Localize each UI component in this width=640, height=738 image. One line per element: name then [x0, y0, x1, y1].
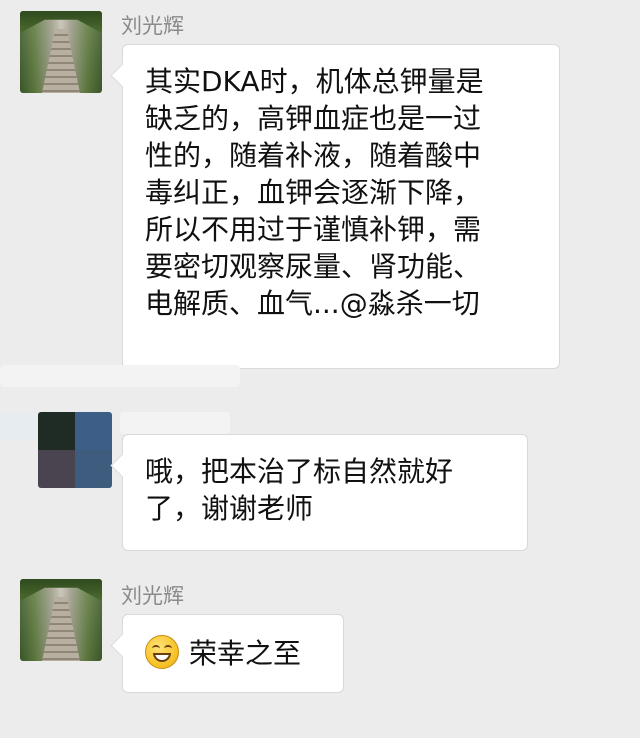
redacted-area [120, 412, 230, 434]
message-line: 缺乏的，高钾血症也是一过 [145, 102, 482, 135]
avatar[interactable] [20, 579, 102, 661]
message-bubble[interactable]: 其实DKA时，机体总钾量是 缺乏的，高钾血症也是一过 性的，随着补液，随着酸中 … [122, 44, 560, 369]
redacted-area [0, 412, 36, 440]
message-line: 了，谢谢老师 [145, 492, 314, 525]
message-line: 毒纠正，血钾会逐渐下降， [145, 176, 482, 209]
avatar[interactable] [38, 412, 112, 488]
message-text: 荣幸之至 [189, 637, 302, 670]
message-line: 要密切观察尿量、肾功能、 [145, 250, 482, 283]
avatar-path-steps [42, 29, 80, 93]
sender-name: 刘光辉 [121, 14, 184, 38]
avatar-block [75, 450, 112, 488]
avatar-path-steps [42, 597, 80, 661]
redacted-area [0, 365, 240, 387]
message-bubble[interactable]: 荣幸之至 [122, 614, 344, 693]
message-line: 所以不用过于谨慎补钾，需 [145, 213, 482, 246]
message-bubble[interactable]: 哦，把本治了标自然就好 了，谢谢老师 [122, 434, 528, 551]
message-line: 哦，把本治了标自然就好 [145, 455, 454, 488]
message-line: 性的，随着补液，随着酸中 [145, 139, 482, 172]
avatar-block [38, 412, 75, 450]
avatar-block [38, 450, 75, 488]
avatar[interactable] [20, 11, 102, 93]
emoji-eye [164, 645, 172, 652]
sender-name: 刘光辉 [121, 584, 184, 608]
emoji-eye [152, 645, 160, 652]
emoji-mouth [153, 653, 171, 662]
message-line: 其实DKA时，机体总钾量是 [145, 65, 484, 98]
avatar-block [75, 412, 112, 450]
message-line: 电解质、血气...@淼杀一切 [145, 287, 480, 320]
grinning-face-emoji-icon [145, 635, 179, 669]
